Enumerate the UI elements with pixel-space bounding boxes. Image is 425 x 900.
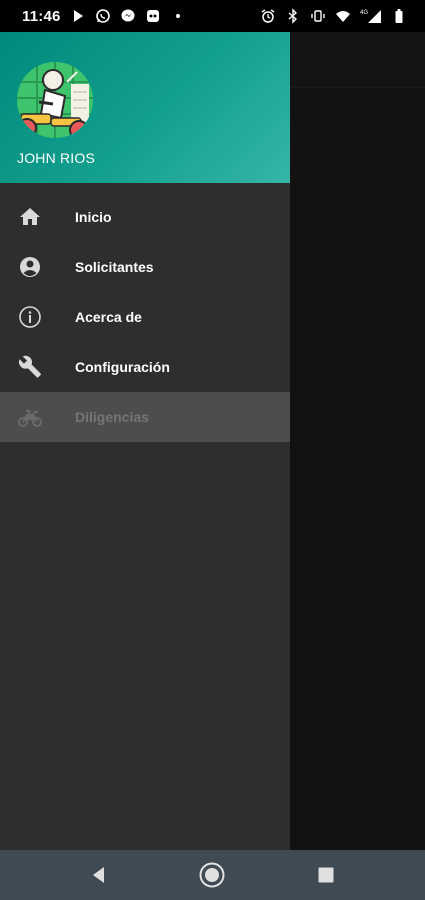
menu-item-label: Configuración bbox=[75, 359, 170, 375]
whatsapp-icon bbox=[95, 8, 111, 24]
background-toolbar bbox=[290, 32, 425, 88]
account-circle-icon bbox=[17, 254, 43, 280]
alarm-icon bbox=[260, 8, 276, 24]
app-icon bbox=[145, 8, 161, 24]
info-icon bbox=[17, 304, 43, 330]
drawer-header: JOHN RIOS bbox=[0, 32, 290, 183]
navigation-drawer: JOHN RIOS Inicio Solicitantes Acerca de bbox=[0, 32, 290, 850]
menu-item-configuracion[interactable]: Configuración bbox=[0, 342, 290, 392]
back-icon[interactable] bbox=[86, 862, 112, 888]
background-app-scrim[interactable] bbox=[290, 32, 425, 850]
menu-item-diligencias[interactable]: Diligencias bbox=[0, 392, 290, 442]
battery-icon bbox=[391, 8, 407, 24]
dot-icon bbox=[170, 8, 186, 24]
recents-icon[interactable] bbox=[313, 862, 339, 888]
menu-item-label: Inicio bbox=[75, 209, 112, 225]
network-type: 4G bbox=[360, 10, 368, 16]
menu-item-label: Diligencias bbox=[75, 409, 149, 425]
motorcycle-icon bbox=[17, 404, 43, 430]
status-left: 11:46 bbox=[22, 8, 186, 25]
menu-item-label: Solicitantes bbox=[75, 259, 154, 275]
status-time: 11:46 bbox=[22, 7, 61, 25]
wrench-icon bbox=[17, 354, 43, 380]
drawer-menu: Inicio Solicitantes Acerca de Configurac… bbox=[0, 183, 290, 442]
status-right: 4G bbox=[260, 8, 407, 24]
vibrate-icon bbox=[310, 8, 326, 24]
menu-item-acerca-de[interactable]: Acerca de bbox=[0, 292, 290, 342]
motorcycle-courier-avatar bbox=[17, 62, 93, 138]
menu-item-solicitantes[interactable]: Solicitantes bbox=[0, 242, 290, 292]
avatar[interactable] bbox=[17, 62, 93, 138]
home-circle-icon[interactable] bbox=[199, 862, 225, 888]
messenger-icon bbox=[120, 8, 136, 24]
wifi-icon bbox=[335, 8, 351, 24]
system-nav-bar bbox=[0, 850, 425, 900]
user-name: JOHN RIOS bbox=[17, 150, 96, 166]
play-icon bbox=[70, 8, 86, 24]
menu-item-inicio[interactable]: Inicio bbox=[0, 192, 290, 242]
bluetooth-icon bbox=[285, 8, 301, 24]
status-bar: 11:46 4G bbox=[0, 0, 425, 32]
menu-item-label: Acerca de bbox=[75, 309, 142, 325]
signal-icon: 4G bbox=[360, 8, 382, 24]
home-icon bbox=[17, 204, 43, 230]
